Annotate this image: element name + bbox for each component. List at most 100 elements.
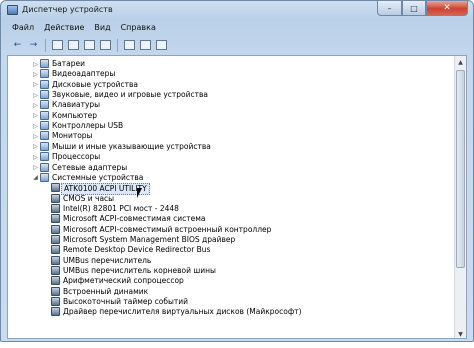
- tree-device-label: Microsoft System Management BIOS драйвер: [63, 234, 236, 244]
- properties-button[interactable]: [66, 38, 81, 53]
- expand-arrow-icon[interactable]: ▷: [32, 112, 39, 120]
- device-category-icon: [40, 110, 49, 120]
- tree-category[interactable]: ▷ Клавиатуры: [8, 100, 448, 110]
- expand-arrow-icon[interactable]: ▷: [32, 122, 39, 130]
- scroll-up-button[interactable]: ▲: [455, 56, 466, 68]
- expand-arrow-icon[interactable]: ▷: [32, 132, 39, 140]
- scan-hardware-button[interactable]: [122, 38, 137, 53]
- tree-device[interactable]: UMBus перечислитель корневой шины: [8, 266, 448, 276]
- title-bar[interactable]: Диспетчер устройств – □ ✕: [1, 1, 473, 21]
- tree-device[interactable]: Высокоточный таймер событий: [8, 297, 448, 307]
- system-device-icon: [51, 224, 60, 234]
- tree-device-label: Высокоточный таймер событий: [63, 297, 189, 307]
- scroll-thumb[interactable]: [456, 70, 465, 268]
- scroll-down-button[interactable]: ▼: [455, 328, 466, 338]
- device-category-icon: [40, 172, 49, 182]
- device-category-icon: [40, 121, 49, 131]
- forward-button[interactable]: →: [26, 38, 41, 53]
- vertical-scrollbar[interactable]: ▲ ▼: [454, 56, 466, 338]
- tree-category[interactable]: ▷ Видеоадаптеры: [8, 69, 448, 79]
- tree-device[interactable]: Арифметический сопроцессор: [8, 276, 448, 286]
- tree-category-label: Компьютер: [52, 110, 97, 120]
- tree-device[interactable]: Microsoft System Management BIOS драйвер: [8, 234, 448, 245]
- system-device-icon: [51, 297, 60, 307]
- forward-arrow-icon: →: [29, 40, 38, 50]
- console-tree-icon: [52, 40, 63, 50]
- system-device-icon: [51, 203, 60, 213]
- expand-arrow-icon[interactable]: ▷: [32, 153, 39, 161]
- tree-device-label: Remote Desktop Device Redirector Bus: [63, 245, 211, 255]
- system-device-icon: [51, 286, 60, 296]
- tree-device[interactable]: Microsoft ACPI-совместимый встроенный ко…: [8, 224, 448, 235]
- device-tree-panel[interactable]: ▷ Батареи ▷ Видеоадаптеры ▷ Дисковые устройст…: [7, 55, 467, 339]
- tree-device-selected[interactable]: ATK0100 ACPI UTILITY: [8, 183, 448, 196]
- minimize-button[interactable]: –: [377, 1, 402, 16]
- tree-category-label: Мониторы: [52, 131, 93, 141]
- tree-category[interactable]: ▷ Сетевые адаптеры: [8, 162, 448, 173]
- tree-category[interactable]: ▷ Процессоры: [8, 152, 448, 162]
- tree-category[interactable]: ▷ Батареи: [8, 59, 448, 69]
- view-icon: [100, 40, 111, 50]
- device-category-icon: [40, 162, 49, 172]
- menu-file[interactable]: Файл: [7, 22, 39, 35]
- window-title: Диспетчер устройств: [22, 5, 113, 14]
- system-device-icon: [51, 183, 60, 193]
- collapse-arrow-icon[interactable]: ◢: [32, 174, 39, 182]
- tree-category[interactable]: ▷ Мониторы: [8, 131, 448, 141]
- show-hide-tree-button[interactable]: [50, 38, 65, 53]
- expand-arrow-icon[interactable]: ▷: [32, 81, 39, 89]
- toolbar-separator: [45, 38, 46, 52]
- tree-device[interactable]: UMBus перечислитель: [8, 255, 448, 266]
- tree-category-label: Батареи: [52, 59, 85, 68]
- expand-arrow-icon[interactable]: ▷: [32, 101, 39, 109]
- menu-action[interactable]: Действие: [39, 22, 89, 35]
- menu-bar: Файл Действие Вид Справка: [7, 22, 161, 35]
- tree-device[interactable]: Встроенный динамик: [8, 286, 448, 297]
- expand-arrow-icon[interactable]: ▷: [32, 91, 39, 99]
- tree-device[interactable]: Remote Desktop Device Redirector Bus: [8, 245, 448, 255]
- update-driver-icon: [140, 40, 151, 50]
- tree-device-label: Встроенный динамик: [63, 286, 149, 296]
- scan-hardware-icon: [124, 40, 135, 50]
- menu-help[interactable]: Справка: [116, 22, 161, 35]
- tree-device[interactable]: Microsoft ACPI-совместимая система: [8, 214, 448, 224]
- close-button[interactable]: ✕: [426, 1, 468, 16]
- device-manager-window: Диспетчер устройств – □ ✕ Файл Действие …: [0, 0, 474, 342]
- device-category-icon: [40, 69, 49, 79]
- expand-arrow-icon[interactable]: ▷: [32, 143, 39, 151]
- device-category-icon: [40, 79, 49, 89]
- system-device-icon: [51, 266, 60, 275]
- tree-category[interactable]: ▷ Контроллеры USB: [8, 121, 448, 131]
- view-button[interactable]: [98, 38, 113, 53]
- tree-category[interactable]: ▷ Дисковые устройства: [8, 79, 448, 90]
- tree-category-label: Сетевые адаптеры: [52, 162, 128, 172]
- help-button[interactable]: [82, 38, 97, 53]
- system-device-icon: [51, 234, 60, 244]
- expand-arrow-icon[interactable]: ▷: [32, 164, 39, 172]
- system-device-icon: [51, 214, 60, 224]
- tree-device-label: Драйвер перечислителя виртуальных дисков…: [63, 307, 302, 317]
- tree-category-label: Системные устройства: [52, 172, 144, 182]
- tree-category[interactable]: ▷ Звуковые, видео и игровые устройства: [8, 90, 448, 100]
- tree-device-label: CMOS и часы: [63, 193, 115, 203]
- tree-device-label: Microsoft ACPI-совместимая система: [63, 214, 206, 224]
- back-button[interactable]: ←: [10, 38, 25, 53]
- maximize-button[interactable]: □: [402, 1, 426, 16]
- tree-category[interactable]: ◢ Системные устройства: [8, 172, 448, 183]
- expand-arrow-icon[interactable]: ▷: [32, 70, 39, 78]
- tree-category-label: Мыши и иные указывающие устройства: [52, 141, 211, 151]
- menu-view[interactable]: Вид: [89, 22, 115, 35]
- tree-category[interactable]: ▷ Компьютер: [8, 110, 448, 121]
- device-category-icon: [40, 100, 49, 110]
- tree-device[interactable]: Драйвер перечислителя виртуальных дисков…: [8, 307, 448, 317]
- expand-arrow-icon[interactable]: ▷: [32, 60, 39, 68]
- uninstall-device-button[interactable]: [154, 38, 169, 53]
- device-manager-icon: [7, 5, 18, 15]
- tree-device[interactable]: Intel(R) 82801 PCI мост - 2448: [8, 203, 448, 214]
- tree-category-label: Контроллеры USB: [52, 121, 124, 131]
- update-driver-button[interactable]: [138, 38, 153, 53]
- mouse-cursor-icon: [137, 188, 142, 198]
- tree-category-label: Звуковые, видео и игровые устройства: [52, 90, 209, 100]
- tree-category[interactable]: ▷ Мыши и иные указывающие устройства: [8, 141, 448, 152]
- tree-device[interactable]: CMOS и часы: [8, 193, 448, 204]
